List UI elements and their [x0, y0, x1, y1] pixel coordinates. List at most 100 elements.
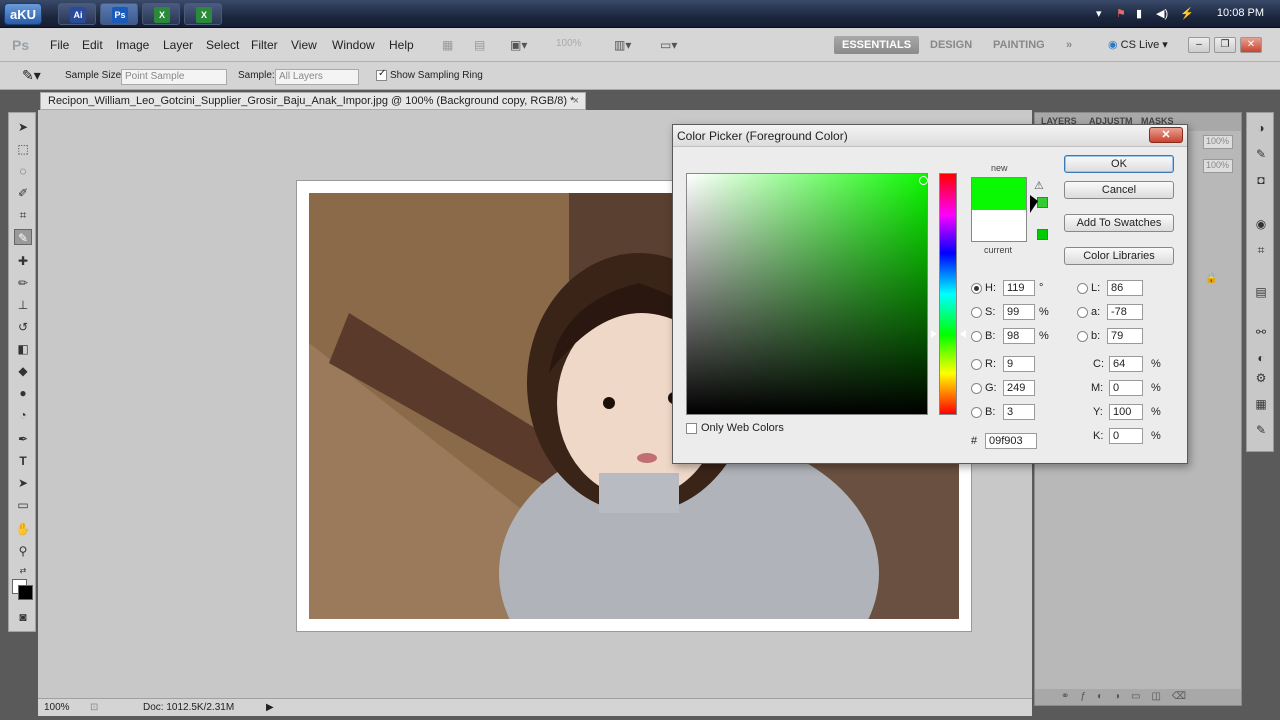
workspace-more[interactable]: »	[1066, 36, 1072, 54]
brush-panel-icon[interactable]: ✎	[1254, 147, 1268, 161]
brightness-radio[interactable]	[971, 331, 982, 342]
menu-layer[interactable]: Layer	[163, 38, 193, 52]
3d-panel-icon[interactable]: ⌗	[1254, 243, 1268, 257]
document-tab[interactable]: Recipon_William_Leo_Gotcini_Supplier_Gro…	[40, 92, 586, 110]
close-icon[interactable]: ×	[573, 93, 579, 109]
gamut-color-swatch[interactable]	[1037, 197, 1048, 208]
hue-slider-handle-right[interactable]	[960, 330, 966, 338]
eraser-tool-icon[interactable]: ◧	[14, 341, 32, 357]
taskbar-app-button[interactable]: Ai	[58, 3, 96, 25]
menu-help[interactable]: Help	[389, 38, 414, 52]
info-panel-icon[interactable]: ✎	[1254, 423, 1268, 437]
websafe-warning-icon[interactable]	[1037, 229, 1048, 240]
hex-input[interactable]: 09f903	[985, 433, 1037, 449]
red-input[interactable]: 9	[1003, 356, 1035, 372]
foreground-color-swatch[interactable]	[18, 585, 33, 600]
taskbar-app-button[interactable]: X	[142, 3, 180, 25]
quick-mask-icon[interactable]: ◙	[14, 609, 32, 625]
adjust-panel-icon[interactable]: ◉	[1254, 217, 1268, 231]
add-to-swatches-button[interactable]: Add To Swatches	[1064, 214, 1174, 232]
saturation-brightness-field[interactable]	[686, 173, 928, 415]
hand-tool-icon[interactable]: ✋	[14, 521, 32, 537]
brightness-input[interactable]: 98	[1003, 328, 1035, 344]
opacity-field[interactable]: 100%	[1203, 135, 1233, 149]
blur-tool-icon[interactable]: ●	[14, 385, 32, 401]
blue-input[interactable]: 3	[1003, 404, 1035, 420]
volume-icon[interactable]: ◀)	[1156, 7, 1168, 20]
healing-tool-icon[interactable]: ✚	[14, 253, 32, 269]
pen-tool-icon[interactable]: ✒	[14, 431, 32, 447]
lab-l-input[interactable]: 86	[1107, 280, 1143, 296]
restore-button[interactable]: ❐	[1214, 37, 1236, 53]
crop-tool-icon[interactable]: ⌗	[14, 207, 32, 223]
red-radio[interactable]	[971, 359, 982, 370]
battery-icon[interactable]: ▮	[1136, 7, 1142, 20]
extras-icon[interactable]: ▣▾	[510, 38, 527, 52]
dialog-close-button[interactable]: ✕	[1149, 127, 1183, 143]
green-input[interactable]: 249	[1003, 380, 1035, 396]
show-ring-checkbox[interactable]: ✓	[376, 68, 387, 81]
play-icon[interactable]: ▶	[266, 699, 274, 716]
lasso-tool-icon[interactable]: ◌	[14, 163, 32, 179]
lab-a-radio[interactable]	[1077, 307, 1088, 318]
navigator-icon[interactable]: ◑	[1254, 121, 1268, 135]
eyedropper-tool-icon[interactable]: ✎	[14, 229, 32, 245]
hue-radio[interactable]	[971, 283, 982, 294]
workspace-design[interactable]: DESIGN	[930, 36, 972, 54]
zoom-level[interactable]: 100%	[556, 38, 582, 49]
clone-panel-icon[interactable]: ◘	[1254, 173, 1268, 187]
zoom-tool-icon[interactable]: ⚲	[14, 543, 32, 559]
panel-footer-icons[interactable]: ⚭ƒ◐◑▭◫⌫	[1035, 689, 1241, 705]
close-button[interactable]: ✕	[1240, 37, 1262, 53]
workspace-painting[interactable]: PAINTING	[993, 36, 1045, 54]
history-panel-icon[interactable]: ▤	[1254, 285, 1268, 299]
eyedropper-icon[interactable]: ✎▾	[22, 67, 41, 84]
blue-radio[interactable]	[971, 407, 982, 418]
hue-slider[interactable]	[939, 173, 957, 415]
saturation-input[interactable]: 99	[1003, 304, 1035, 320]
history-brush-tool-icon[interactable]: ↺	[14, 319, 32, 335]
styles-panel-icon[interactable]: ⚙	[1254, 371, 1268, 385]
paint-bucket-tool-icon[interactable]: ◆	[14, 363, 32, 379]
stamp-tool-icon[interactable]: ⊥	[14, 297, 32, 313]
menu-filter[interactable]: Filter	[251, 38, 278, 52]
black-input[interactable]: 0	[1109, 428, 1143, 444]
flag-icon[interactable]: ⚑	[1116, 7, 1126, 20]
color-marker[interactable]	[919, 176, 928, 185]
menu-edit[interactable]: Edit	[82, 38, 103, 52]
sample-select[interactable]: All Layers	[275, 69, 359, 85]
workspace-essentials[interactable]: ESSENTIALS	[834, 36, 920, 54]
chevron-up-icon[interactable]: ▾	[1096, 7, 1102, 20]
yellow-input[interactable]: 100	[1109, 404, 1143, 420]
color-libraries-button[interactable]: Color Libraries	[1064, 247, 1174, 265]
sample-size-select[interactable]: Point Sample	[121, 69, 227, 85]
shape-tool-icon[interactable]: ▭	[14, 497, 32, 513]
clock[interactable]: 10:08 PM	[1217, 7, 1264, 19]
menu-select[interactable]: Select	[206, 38, 239, 52]
quick-select-tool-icon[interactable]: ✐	[14, 185, 32, 201]
menu-view[interactable]: View	[291, 38, 317, 52]
minimize-button[interactable]: –	[1188, 37, 1210, 53]
grid-panel-icon[interactable]: ▦	[1254, 397, 1268, 411]
dodge-tool-icon[interactable]: ◔	[14, 407, 32, 423]
lab-a-input[interactable]: -78	[1107, 304, 1143, 320]
bridge-icon[interactable]: ▦	[442, 38, 453, 52]
hue-slider-handle-left[interactable]	[931, 330, 937, 338]
taskbar-app-button[interactable]: Ps	[100, 3, 138, 25]
lab-l-radio[interactable]	[1077, 283, 1088, 294]
magenta-input[interactable]: 0	[1109, 380, 1143, 396]
type-tool-icon[interactable]: T	[14, 453, 32, 469]
minibridge-icon[interactable]: ▤	[474, 38, 485, 52]
green-radio[interactable]	[971, 383, 982, 394]
move-tool-icon[interactable]: ➤	[14, 119, 32, 135]
marquee-tool-icon[interactable]: ⬚	[14, 141, 32, 157]
lab-b-radio[interactable]	[1077, 331, 1088, 342]
gamut-warning-icon[interactable]: ⚠	[1034, 179, 1044, 192]
current-color-swatch[interactable]	[971, 210, 1027, 242]
lab-b-input[interactable]: 79	[1107, 328, 1143, 344]
paths-panel-icon[interactable]: ◐	[1254, 351, 1268, 365]
dialog-title[interactable]: Color Picker (Foreground Color)	[673, 125, 1187, 147]
screen-mode-icon[interactable]: ▭▾	[660, 38, 677, 52]
menu-image[interactable]: Image	[116, 38, 149, 52]
taskbar-app-button[interactable]: X	[184, 3, 222, 25]
